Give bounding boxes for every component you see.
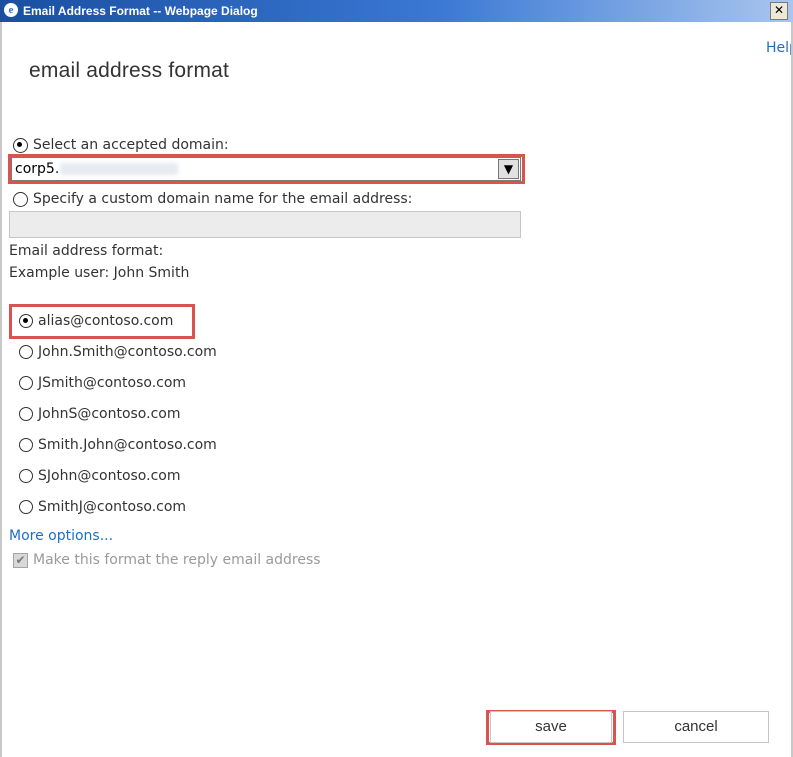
check-icon: ✔ xyxy=(13,552,28,568)
domain-select-value: corp5. xyxy=(15,161,179,177)
chevron-down-icon[interactable]: ▼ xyxy=(498,159,519,179)
format-option-label: alias@contoso.com xyxy=(38,313,174,329)
format-option-label: JSmith@contoso.com xyxy=(38,375,187,391)
format-option-last-initial[interactable]: SmithJ@contoso.com xyxy=(19,499,186,515)
format-radio[interactable] xyxy=(19,500,33,514)
title-bar: e Email Address Format -- Webpage Dialog… xyxy=(0,0,793,22)
reply-address-label: Make this format the reply email address xyxy=(33,552,321,568)
format-heading: Email address format: xyxy=(9,243,164,259)
format-option-alias[interactable]: alias@contoso.com xyxy=(19,313,173,329)
accepted-domain-label: Select an accepted domain: xyxy=(33,137,229,153)
accepted-domain-option[interactable]: Select an accepted domain: xyxy=(13,137,229,153)
format-option-initial-first[interactable]: SJohn@contoso.com xyxy=(19,468,180,484)
help-link[interactable]: Help xyxy=(766,40,791,56)
format-option-label: SmithJ@contoso.com xyxy=(38,499,187,515)
cancel-button[interactable]: cancel xyxy=(623,711,769,743)
window-border-left xyxy=(0,22,2,757)
ie-icon: e xyxy=(4,3,18,17)
format-option-first-dot-last[interactable]: John.Smith@contoso.com xyxy=(19,344,217,360)
format-radio[interactable] xyxy=(19,345,33,359)
format-option-initial-last[interactable]: JSmith@contoso.com xyxy=(19,375,186,391)
redacted-domain xyxy=(60,163,179,175)
custom-domain-input[interactable] xyxy=(9,211,521,238)
format-option-last-dot-first[interactable]: Smith.John@contoso.com xyxy=(19,437,217,453)
format-option-label: Smith.John@contoso.com xyxy=(38,437,217,453)
custom-domain-label: Specify a custom domain name for the ema… xyxy=(33,191,413,207)
format-option-label: SJohn@contoso.com xyxy=(38,468,181,484)
format-option-label: JohnS@contoso.com xyxy=(38,406,181,422)
format-radio[interactable] xyxy=(19,376,33,390)
custom-domain-option[interactable]: Specify a custom domain name for the ema… xyxy=(13,191,412,207)
format-option-label: John.Smith@contoso.com xyxy=(38,344,217,360)
format-radio[interactable] xyxy=(19,407,33,421)
domain-select[interactable]: corp5. ▼ xyxy=(11,157,521,181)
reply-address-option: ✔ Make this format the reply email addre… xyxy=(13,552,321,568)
save-button[interactable]: save xyxy=(490,711,612,743)
format-option-first-initial[interactable]: JohnS@contoso.com xyxy=(19,406,180,422)
more-options-link[interactable]: More options... xyxy=(9,528,113,544)
close-icon[interactable]: ✕ xyxy=(770,2,788,20)
custom-domain-radio[interactable] xyxy=(13,191,28,207)
page-title: email address format xyxy=(29,59,230,82)
format-radio[interactable] xyxy=(19,438,33,452)
window-title: Email Address Format -- Webpage Dialog xyxy=(23,4,258,18)
format-radio[interactable] xyxy=(19,314,33,328)
accepted-domain-radio[interactable] xyxy=(13,137,28,153)
example-user: Example user: John Smith xyxy=(9,265,190,281)
format-radio[interactable] xyxy=(19,469,33,483)
